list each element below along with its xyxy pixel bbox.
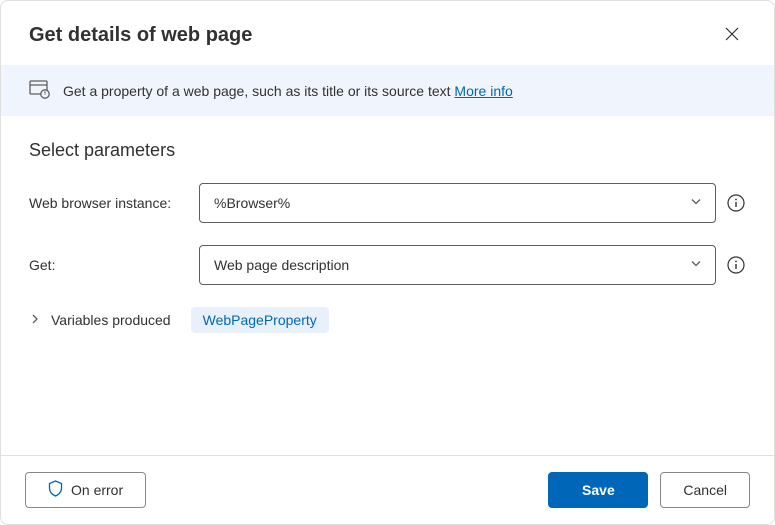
close-icon: [725, 27, 739, 44]
close-button[interactable]: [718, 21, 746, 49]
chevron-right-icon: [29, 312, 41, 328]
info-icon[interactable]: [726, 193, 746, 213]
label-get: Get:: [29, 257, 187, 273]
dialog-header: Get details of web page: [1, 1, 774, 65]
footer-right: Save Cancel: [548, 472, 750, 508]
section-title: Select parameters: [29, 140, 746, 161]
dialog-footer: On error Save Cancel: [1, 455, 774, 524]
on-error-button[interactable]: On error: [25, 472, 146, 508]
browser-instance-value: %Browser%: [214, 195, 290, 211]
more-info-link[interactable]: More info: [454, 83, 512, 99]
chevron-down-icon: [689, 195, 703, 212]
variable-pill[interactable]: WebPageProperty: [191, 307, 329, 333]
row-get: Get: Web page description: [29, 245, 746, 285]
variables-produced-row: Variables produced WebPageProperty: [29, 307, 746, 333]
get-select[interactable]: Web page description: [199, 245, 716, 285]
chevron-down-icon: [689, 257, 703, 274]
on-error-label: On error: [71, 482, 123, 498]
expand-variables-toggle[interactable]: [29, 312, 41, 328]
row-browser-instance: Web browser instance: %Browser%: [29, 183, 746, 223]
browser-instance-select[interactable]: %Browser%: [199, 183, 716, 223]
variables-produced-label: Variables produced: [51, 312, 171, 328]
browser-instance-wrap: %Browser%: [199, 183, 746, 223]
webpage-icon: [29, 79, 51, 102]
dialog: Get details of web page Get a property o…: [0, 0, 775, 525]
info-banner: Get a property of a web page, such as it…: [1, 65, 774, 116]
info-icon[interactable]: [726, 255, 746, 275]
get-value: Web page description: [214, 257, 349, 273]
shield-icon: [48, 480, 63, 500]
info-banner-text-wrap: Get a property of a web page, such as it…: [63, 83, 513, 99]
save-button[interactable]: Save: [548, 472, 648, 508]
info-banner-text: Get a property of a web page, such as it…: [63, 83, 454, 99]
cancel-button[interactable]: Cancel: [660, 472, 750, 508]
dialog-title: Get details of web page: [29, 24, 252, 47]
dialog-body: Select parameters Web browser instance: …: [1, 116, 774, 455]
cancel-label: Cancel: [683, 482, 727, 498]
get-wrap: Web page description: [199, 245, 746, 285]
label-browser-instance: Web browser instance:: [29, 195, 187, 211]
save-label: Save: [582, 482, 615, 498]
